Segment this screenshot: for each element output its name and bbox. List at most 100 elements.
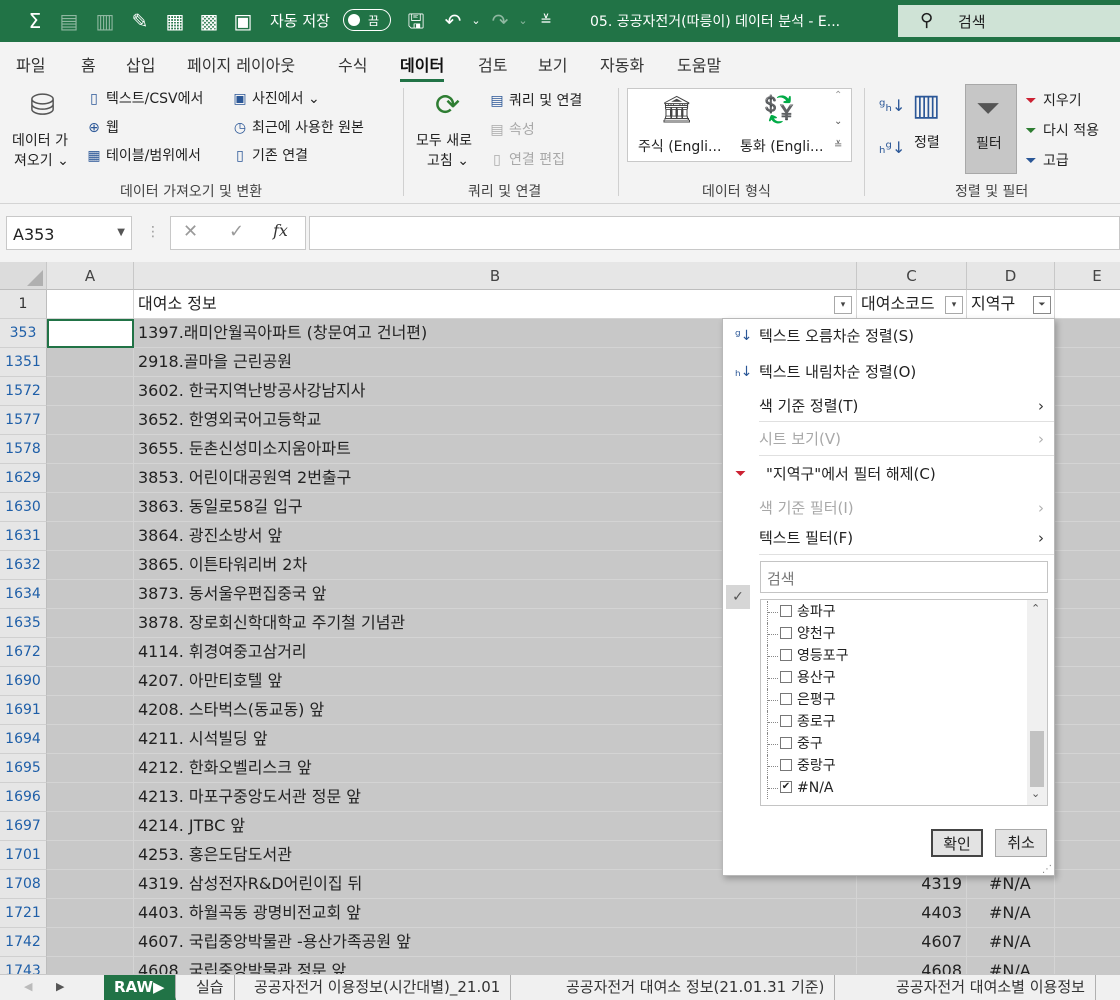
sort-button[interactable]: 정렬	[914, 132, 940, 152]
cell-e[interactable]	[1055, 435, 1120, 464]
cell-a[interactable]	[47, 551, 134, 580]
sort-descending-item[interactable]: ₕ↓ 텍스트 내림차순 정렬(O)	[723, 357, 1054, 387]
row-header[interactable]: 1690	[0, 667, 47, 696]
cell-a[interactable]	[47, 319, 134, 348]
scroll-right-icon[interactable]: ▶	[56, 980, 64, 993]
cell-a[interactable]	[47, 522, 134, 551]
customize-toolbar-icon[interactable]: ≚	[533, 8, 559, 34]
cell-e[interactable]	[1055, 725, 1120, 754]
cell-e[interactable]	[1055, 551, 1120, 580]
reapply-button[interactable]: ⏷ 다시 적용	[1022, 120, 1099, 140]
refresh-all-button[interactable]: 모두 새로	[416, 130, 472, 150]
chevron-up-icon[interactable]: ⌃	[1031, 602, 1040, 615]
cancel-icon[interactable]: ✕	[183, 221, 198, 242]
column-header-d[interactable]: D	[967, 262, 1055, 290]
column-header-e[interactable]: E	[1055, 262, 1120, 290]
from-picture-button[interactable]: ▣ 사진에서 ⌄	[231, 88, 319, 108]
cell-c[interactable]: 4608	[857, 957, 967, 974]
row-header[interactable]: 1696	[0, 783, 47, 812]
cell-c[interactable]: 4403	[857, 899, 967, 928]
text-csv-button[interactable]: ▯ 텍스트/CSV에서	[85, 88, 203, 108]
header-cell-c[interactable]: 대여소코드 ▾	[857, 290, 967, 319]
currencies-button[interactable]: 통화 (Engli...	[740, 136, 823, 156]
search-box[interactable]: ⚲ 검색	[898, 5, 1120, 37]
row-header[interactable]: 1631	[0, 522, 47, 551]
checkbox[interactable]	[780, 671, 792, 683]
header-cell-d[interactable]: 지역구 ⏷	[967, 290, 1055, 319]
cell-e[interactable]	[1055, 957, 1120, 974]
cell-a[interactable]	[47, 609, 134, 638]
checkbox[interactable]: ✔	[780, 781, 792, 793]
cell-a[interactable]	[47, 464, 134, 493]
undo-dropdown-icon[interactable]: ⌄	[463, 8, 489, 34]
cell-a[interactable]	[47, 348, 134, 377]
row-header[interactable]: 1351	[0, 348, 47, 377]
resize-grip-icon[interactable]: ⋰	[1042, 864, 1052, 875]
tab-home[interactable]: 홈	[81, 52, 96, 76]
tab-insert[interactable]: 삽입	[126, 52, 155, 76]
save-icon[interactable]: 🖫	[403, 8, 429, 34]
edit-icon[interactable]: ✎	[127, 8, 153, 34]
tab-help[interactable]: 도움말	[677, 52, 721, 76]
tab-formulas[interactable]: 수식	[338, 52, 367, 76]
tab-data[interactable]: 데이터	[400, 52, 445, 82]
cell-e[interactable]	[1055, 696, 1120, 725]
cell-a[interactable]	[47, 928, 134, 957]
filter-button[interactable]: ⏷ 필터	[965, 84, 1017, 174]
sort-ascending-icon[interactable]: ᵍₕ↓	[879, 96, 905, 115]
ok-button[interactable]: 확인	[931, 829, 983, 857]
row-header[interactable]: 1697	[0, 812, 47, 841]
sheet-tab[interactable]: 공공자전거 대여소 정보(21.01.31 기준)	[556, 975, 836, 1000]
column-header-c[interactable]: C	[857, 262, 967, 290]
row-header[interactable]: 1	[0, 290, 47, 319]
cell-a[interactable]	[47, 870, 134, 899]
cell-e[interactable]	[1055, 783, 1120, 812]
row-header[interactable]: 1708	[0, 870, 47, 899]
cell-e[interactable]	[1055, 841, 1120, 870]
sheet-tab[interactable]: 공공자전거 대여소별 이용정보	[886, 975, 1096, 1000]
cell-e[interactable]	[1055, 493, 1120, 522]
filter-dropdown-icon[interactable]: ▾	[945, 296, 963, 314]
tab-file[interactable]: 파일	[16, 52, 45, 76]
row-header[interactable]: 1635	[0, 609, 47, 638]
cell-e[interactable]	[1055, 464, 1120, 493]
row-header[interactable]: 1632	[0, 551, 47, 580]
clear-filter-button[interactable]: ⏷ 지우기	[1022, 90, 1081, 110]
row-header[interactable]: 1695	[0, 754, 47, 783]
cell-c[interactable]: 4607	[857, 928, 967, 957]
cell-b[interactable]: 4403. 하월곡동 광명비전교회 앞	[134, 899, 857, 928]
get-data-button[interactable]: 데이터 가	[12, 130, 68, 150]
cell-a[interactable]	[47, 696, 134, 725]
cell[interactable]	[47, 290, 134, 319]
cell-d[interactable]: #N/A	[967, 899, 1055, 928]
cell-a[interactable]	[47, 725, 134, 754]
cell-a[interactable]	[47, 841, 134, 870]
enter-icon[interactable]: ✓	[229, 221, 244, 242]
row-header[interactable]: 353	[0, 319, 47, 348]
grid-icon[interactable]: ▦	[162, 8, 188, 34]
checkbox[interactable]	[780, 737, 792, 749]
pivot-table-icon[interactable]: ▩	[196, 8, 222, 34]
cell-e[interactable]	[1055, 667, 1120, 696]
column-header-a[interactable]: A	[47, 262, 134, 290]
autosave-toggle[interactable]: 끔	[343, 9, 391, 31]
cell-a[interactable]	[47, 406, 134, 435]
tab-review[interactable]: 검토	[478, 52, 507, 76]
filter-active-icon[interactable]: ⏷	[1033, 296, 1051, 314]
cell-e[interactable]	[1055, 348, 1120, 377]
cell-a[interactable]	[47, 957, 134, 974]
sheet-tab[interactable]: 공공자전거 이용정보(시간대별)_21.01	[244, 975, 512, 1000]
sort-descending-icon[interactable]: ₕᵍ↓	[879, 138, 905, 157]
cell-e[interactable]	[1055, 580, 1120, 609]
cell-e[interactable]	[1055, 638, 1120, 667]
list-scrollbar[interactable]: ⌃ ⌄	[1027, 600, 1047, 805]
page-setup-icon[interactable]: ▥	[92, 8, 118, 34]
cell-a[interactable]	[47, 754, 134, 783]
cell-b[interactable]: 4608. 국립중앙박물관 정문 앞	[134, 957, 857, 974]
clear-filter-item[interactable]: ⏷ "지역구"에서 필터 해제(C)	[723, 459, 1054, 489]
filter-search-input[interactable]: 검색	[760, 561, 1048, 593]
checkbox[interactable]	[780, 605, 792, 617]
queries-connections-button[interactable]: ▤ 쿼리 및 연결	[488, 90, 582, 110]
cell-e[interactable]	[1055, 812, 1120, 841]
checkbox[interactable]	[780, 649, 792, 661]
